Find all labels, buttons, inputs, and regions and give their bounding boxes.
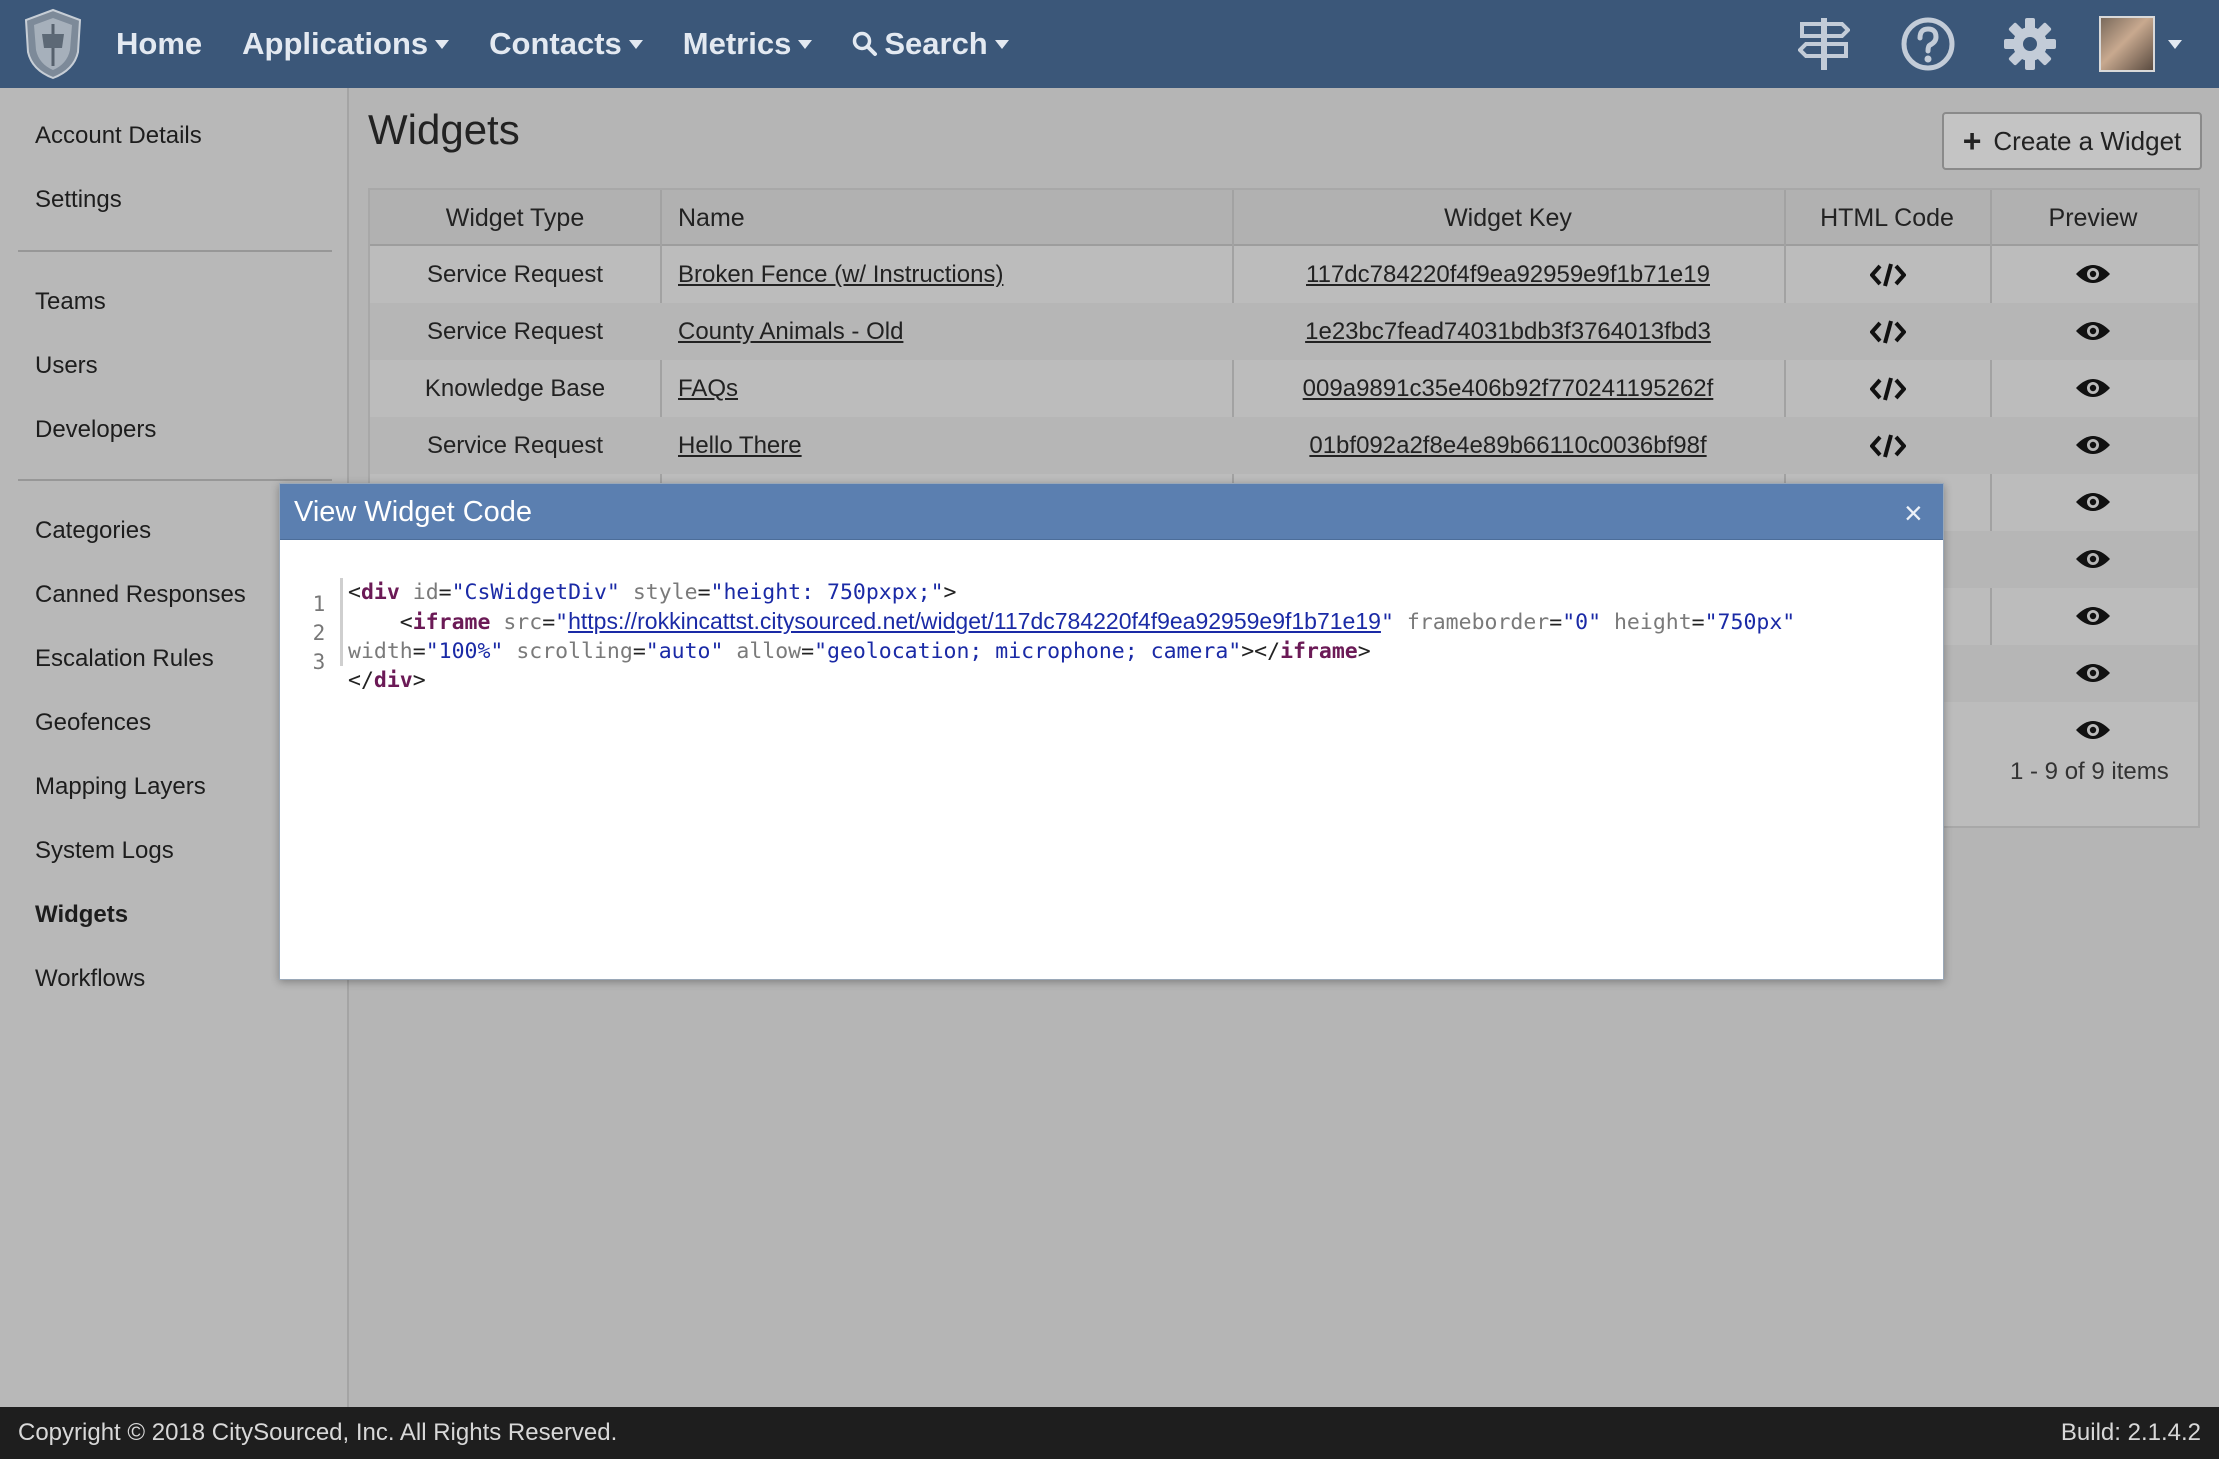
caret-down-icon [994, 39, 1009, 49]
cell-name-link[interactable]: County Animals - Old [678, 303, 903, 360]
caret-down-icon [435, 39, 450, 49]
eye-icon[interactable] [2075, 319, 2111, 343]
code-line: <iframe src="https://rokkincattst.cityso… [348, 608, 1796, 635]
sidebar-item-teams[interactable]: Teams [35, 288, 106, 316]
cell-widget-key-link[interactable]: 009a9891c35e406b92f770241195262f [1232, 360, 1784, 417]
cell-widget-key-link[interactable]: 01bf092a2f8e4e89b66110c0036bf98f [1232, 417, 1784, 474]
sidebar-item-workflows[interactable]: Workflows [35, 965, 145, 993]
code-icon[interactable] [1870, 262, 1906, 288]
nav-applications[interactable]: Applications [242, 26, 450, 62]
sidebar-item-account-details[interactable]: Account Details [35, 122, 202, 150]
sidebar-item-canned-responses[interactable]: Canned Responses [35, 581, 246, 609]
eye-icon[interactable] [2075, 262, 2111, 286]
line-number: 1 [312, 592, 326, 616]
table-row: Service Request Broken Fence (w/ Instruc… [370, 246, 2198, 303]
avatar[interactable] [2099, 16, 2155, 72]
sidebar-item-settings[interactable]: Settings [35, 186, 122, 214]
code-icon[interactable] [1870, 376, 1906, 402]
code-icon[interactable] [1870, 319, 1906, 345]
signpost-icon[interactable] [1798, 16, 1850, 72]
copyright-text: Copyright © 2018 CitySourced, Inc. All R… [18, 1419, 618, 1446]
column-header-name[interactable]: Name [678, 190, 745, 246]
shield-logo-icon[interactable] [22, 8, 84, 80]
nav-search[interactable]: Search [852, 26, 1009, 62]
code-line: width="100%" scrolling="auto" allow="geo… [348, 639, 1371, 664]
create-widget-button[interactable]: + Create a Widget [1942, 112, 2202, 170]
cell-widget-key-link[interactable]: 117dc784220f4f9ea92959e9f1b71e19 [1232, 246, 1784, 303]
caret-down-icon[interactable] [2168, 40, 2182, 49]
eye-icon[interactable] [2075, 661, 2111, 685]
line-number: 2 [312, 621, 326, 645]
help-icon[interactable] [1900, 16, 1956, 72]
page-title: Widgets [368, 106, 520, 153]
modal-header: View Widget Code × [280, 484, 1943, 540]
caret-down-icon [628, 39, 643, 49]
search-icon [853, 31, 878, 56]
sidebar-item-users[interactable]: Users [35, 352, 98, 380]
column-header-html-code[interactable]: HTML Code [1784, 190, 1990, 246]
sidebar-item-system-logs[interactable]: System Logs [35, 837, 174, 865]
sidebar-item-developers[interactable]: Developers [35, 416, 156, 444]
cell-name-link[interactable]: Hello There [678, 417, 802, 474]
sidebar-item-mapping-layers[interactable]: Mapping Layers [35, 773, 206, 801]
column-header-widget-type[interactable]: Widget Type [370, 190, 660, 246]
grid-header: Widget Type Name Widget Key HTML Code Pr… [370, 190, 2198, 246]
nav-home[interactable]: Home [116, 26, 202, 62]
nav-contacts[interactable]: Contacts [489, 26, 643, 62]
table-row: Service Request County Animals - Old 1e2… [370, 303, 2198, 360]
sidebar-item-escalation-rules[interactable]: Escalation Rules [35, 645, 214, 673]
eye-icon[interactable] [2075, 433, 2111, 457]
gutter-bar [340, 578, 343, 666]
eye-icon[interactable] [2075, 547, 2111, 571]
table-row: Service Request Hello There 01bf092a2f8e… [370, 417, 2198, 474]
cell-widget-key-link[interactable]: 1e23bc7fead74031bdb3f3764013fbd3 [1232, 303, 1784, 360]
eye-icon[interactable] [2075, 376, 2111, 400]
cell-widget-type: Knowledge Base [424, 375, 606, 402]
sidebar-divider [18, 250, 332, 252]
sidebar-item-geofences[interactable]: Geofences [35, 709, 151, 737]
cell-name-link[interactable]: FAQs [678, 360, 738, 417]
widget-url-link[interactable]: https://rokkincattst.citysourced.net/wid… [568, 608, 1381, 634]
eye-icon[interactable] [2075, 490, 2111, 514]
code-text[interactable]: <div id="CsWidgetDiv" style="height: 750… [348, 578, 1928, 695]
build-version: Build: 2.1.4.2 [2060, 1419, 2201, 1446]
line-number: 3 [312, 650, 326, 674]
modal-title: View Widget Code [294, 496, 533, 528]
code-line: <div id="CsWidgetDiv" style="height: 750… [348, 580, 957, 605]
sidebar-item-categories[interactable]: Categories [35, 517, 151, 545]
sidebar-divider [18, 479, 332, 481]
caret-down-icon [798, 39, 813, 49]
code-line: </div> [348, 668, 426, 693]
table-row: Knowledge Base FAQs 009a9891c35e406b92f7… [370, 360, 2198, 417]
cell-name-link[interactable]: Broken Fence (w/ Instructions) [678, 246, 1003, 303]
close-icon[interactable]: × [1904, 495, 1923, 532]
code-icon[interactable] [1870, 433, 1906, 459]
footer: Copyright © 2018 CitySourced, Inc. All R… [0, 1407, 2219, 1459]
top-navbar: Home Applications Contacts Metrics Searc… [0, 0, 2219, 88]
column-header-widget-key[interactable]: Widget Key [1232, 190, 1784, 246]
cell-widget-type: Service Request [426, 261, 604, 288]
line-number-gutter: 1 2 3 [304, 578, 334, 677]
view-widget-code-modal: View Widget Code × 1 2 3 <div id="CsWidg… [279, 483, 1944, 980]
eye-icon[interactable] [2075, 718, 2111, 742]
plus-icon: + [1962, 122, 1982, 159]
column-header-preview[interactable]: Preview [1990, 190, 2196, 246]
sidebar-item-widgets[interactable]: Widgets [35, 901, 128, 929]
pager-info: 1 - 9 of 9 items [2010, 758, 2169, 785]
cell-widget-type: Service Request [426, 318, 604, 345]
gear-icon[interactable] [2002, 16, 2058, 72]
nav-metrics[interactable]: Metrics [683, 26, 813, 62]
cell-widget-type: Service Request [426, 432, 604, 459]
eye-icon[interactable] [2075, 604, 2111, 628]
